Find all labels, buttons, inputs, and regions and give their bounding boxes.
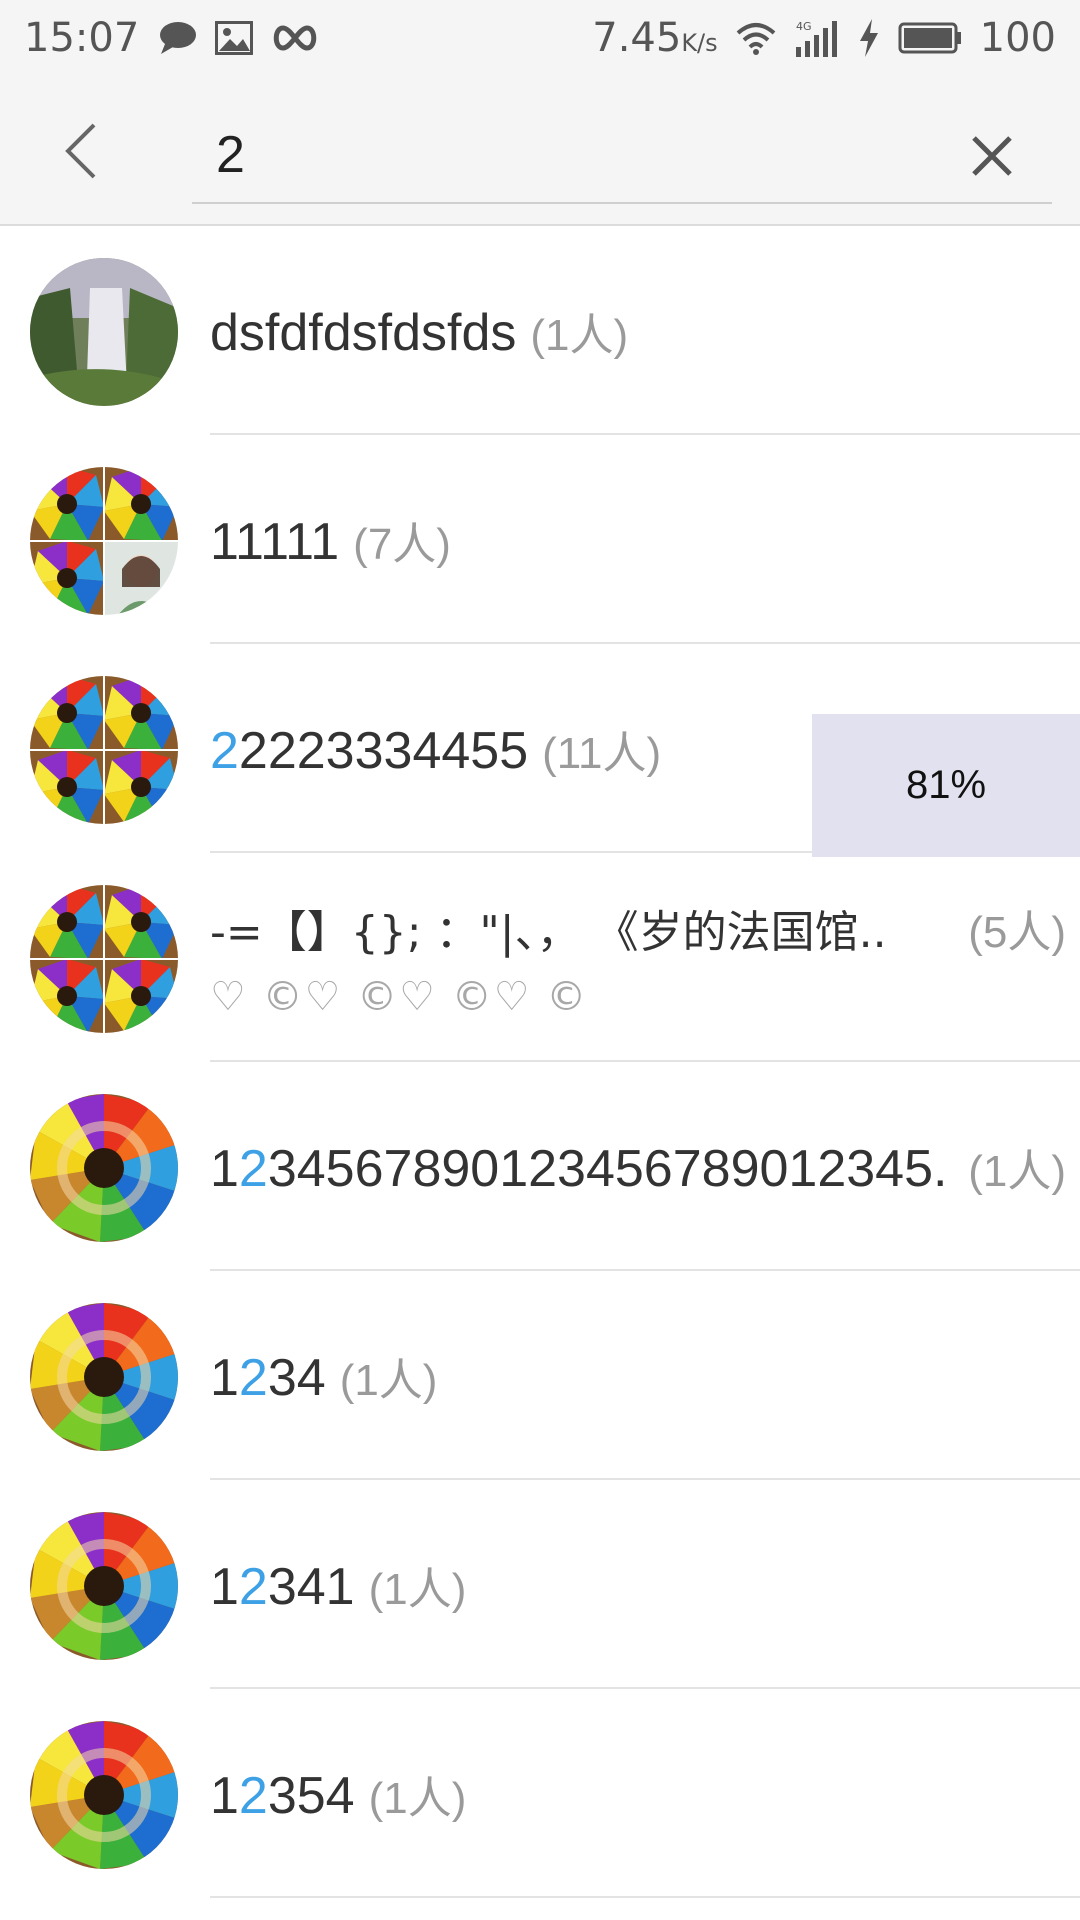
group-name: 12341 <box>210 1557 355 1617</box>
list-item-title: 12341 (1人) <box>210 1553 1066 1617</box>
member-count: (1人) <box>339 1355 438 1405</box>
group-name-text: 1 <box>210 1139 239 1198</box>
member-count: (1人) <box>368 1773 467 1823</box>
list-item[interactable]: 11111 (7人) <box>0 435 1080 644</box>
list-item-title: 12354 (1人) <box>210 1762 1066 1826</box>
avatar <box>30 676 178 824</box>
close-icon <box>972 136 1012 176</box>
image-icon <box>215 21 254 55</box>
search-results-list: dsfdfdsfdsfds (1人) 11111 (7人) 2222333445… <box>0 226 1080 1898</box>
charging-icon <box>858 19 880 57</box>
list-item[interactable]: 12354 (1人) <box>0 1689 1080 1898</box>
network-speed: 7.45K/s <box>592 15 717 61</box>
chat-bubble-icon <box>157 20 197 56</box>
member-count: (7人) <box>353 519 451 569</box>
avatar <box>30 1512 178 1660</box>
avatar <box>30 1303 178 1451</box>
list-item-text: dsfdfdsfdsfds (1人) <box>210 226 1066 435</box>
group-name-text: 11111 <box>210 512 340 571</box>
group-name-rest: 34 <box>267 1348 326 1407</box>
list-item-text: 1234 (1人) <box>210 1271 1066 1480</box>
avatar <box>30 1721 178 1869</box>
group-name-text: 1 <box>210 1766 239 1825</box>
group-name-highlight: 2 <box>238 1348 268 1407</box>
member-count: (11人) <box>542 728 662 778</box>
list-item-title: 11111 (7人) <box>210 508 1066 572</box>
list-item-text: 12341 (1人) <box>210 1480 1066 1689</box>
status-right: 7.45K/s 4G 100 <box>592 15 1056 61</box>
battery-level: 100 <box>979 15 1056 61</box>
clear-button[interactable] <box>952 116 1032 196</box>
progress-label: 81% <box>905 763 987 807</box>
network-speed-value: 7.45 <box>592 15 682 61</box>
list-item-title: -=【】{}; ："|、， 《岁的法国馆.. (5人) <box>210 896 1066 960</box>
group-name: 1234 <box>210 1348 326 1408</box>
status-left: 15:07 <box>24 15 319 61</box>
infinity-icon <box>271 24 319 52</box>
list-item-text: 11111 (7人) <box>210 435 1066 644</box>
avatar <box>30 467 178 615</box>
wifi-icon <box>736 21 776 55</box>
group-name-text: 1 <box>210 1348 239 1407</box>
progress-overlay: 81% <box>812 714 1080 857</box>
avatar <box>30 1094 178 1242</box>
chevron-left-icon <box>65 123 96 179</box>
list-item-title: 1234567890123456789012345.. (1人) <box>210 1135 1066 1199</box>
group-name-text: -=【】{}; ："|、， 《岁的法国馆.. <box>210 906 887 958</box>
status-bar: 15:07 7.45K/s 4G 100 <box>0 0 1080 76</box>
member-count: (1人) <box>530 310 629 360</box>
list-item[interactable]: dsfdfdsfdsfds (1人) <box>0 226 1080 435</box>
list-item[interactable]: 12341 (1人) <box>0 1480 1080 1689</box>
group-name-text: dsfdfdsfdsfds <box>210 303 517 362</box>
group-name: -=【】{}; ："|、， 《岁的法国馆.. <box>210 896 887 960</box>
avatar <box>30 885 178 1033</box>
search-input[interactable] <box>214 114 918 196</box>
list-item[interactable]: -=【】{}; ："|、， 《岁的法国馆.. (5人) ♡ ©♡ ©♡ ©♡ © <box>0 853 1080 1062</box>
list-item-title: 1234 (1人) <box>210 1344 1066 1408</box>
group-name: 1234567890123456789012345.. <box>210 1139 948 1199</box>
group-name-text: 1 <box>210 1557 239 1616</box>
group-name-highlight: 2 <box>238 1766 268 1825</box>
member-count: (1人) <box>968 1146 1066 1196</box>
group-name-rest: 354 <box>267 1766 355 1825</box>
search-field[interactable] <box>192 106 1052 204</box>
group-name: dsfdfdsfdsfds <box>210 303 516 363</box>
signal-icon: 4G <box>794 19 840 57</box>
network-speed-unit: K/s <box>681 29 718 57</box>
avatar <box>30 258 178 406</box>
list-item[interactable]: 1234 (1人) <box>0 1271 1080 1480</box>
list-item-text: 12354 (1人) <box>210 1689 1066 1898</box>
group-name-rest: 2223334455 <box>238 721 529 780</box>
member-count: (1人) <box>368 1564 467 1614</box>
group-name-highlight: 2 <box>238 1139 268 1198</box>
member-count: (5人) <box>968 907 1066 957</box>
back-button[interactable] <box>40 116 120 186</box>
search-header <box>0 76 1080 226</box>
group-name: 11111 <box>210 512 339 572</box>
group-name-rest: 34567890123456789012345.. <box>267 1139 949 1198</box>
network-type: 4G <box>796 20 812 33</box>
list-item-title: dsfdfdsfdsfds (1人) <box>210 299 1066 363</box>
status-time: 15:07 <box>24 15 140 61</box>
list-item[interactable]: 1234567890123456789012345.. (1人) <box>0 1062 1080 1271</box>
group-name-highlight: 2 <box>238 1557 268 1616</box>
group-name-highlight: 2 <box>210 721 239 780</box>
group-name: 22223334455 <box>210 721 528 781</box>
group-name-rest: 341 <box>267 1557 355 1616</box>
list-item-text: 1234567890123456789012345.. (1人) <box>210 1062 1066 1271</box>
group-name: 12354 <box>210 1766 355 1826</box>
list-item-text: -=【】{}; ："|、， 《岁的法国馆.. (5人) ♡ ©♡ ©♡ ©♡ © <box>210 853 1066 1062</box>
battery-icon <box>898 22 962 54</box>
group-subtitle: ♡ ©♡ ©♡ ©♡ © <box>210 973 589 1020</box>
